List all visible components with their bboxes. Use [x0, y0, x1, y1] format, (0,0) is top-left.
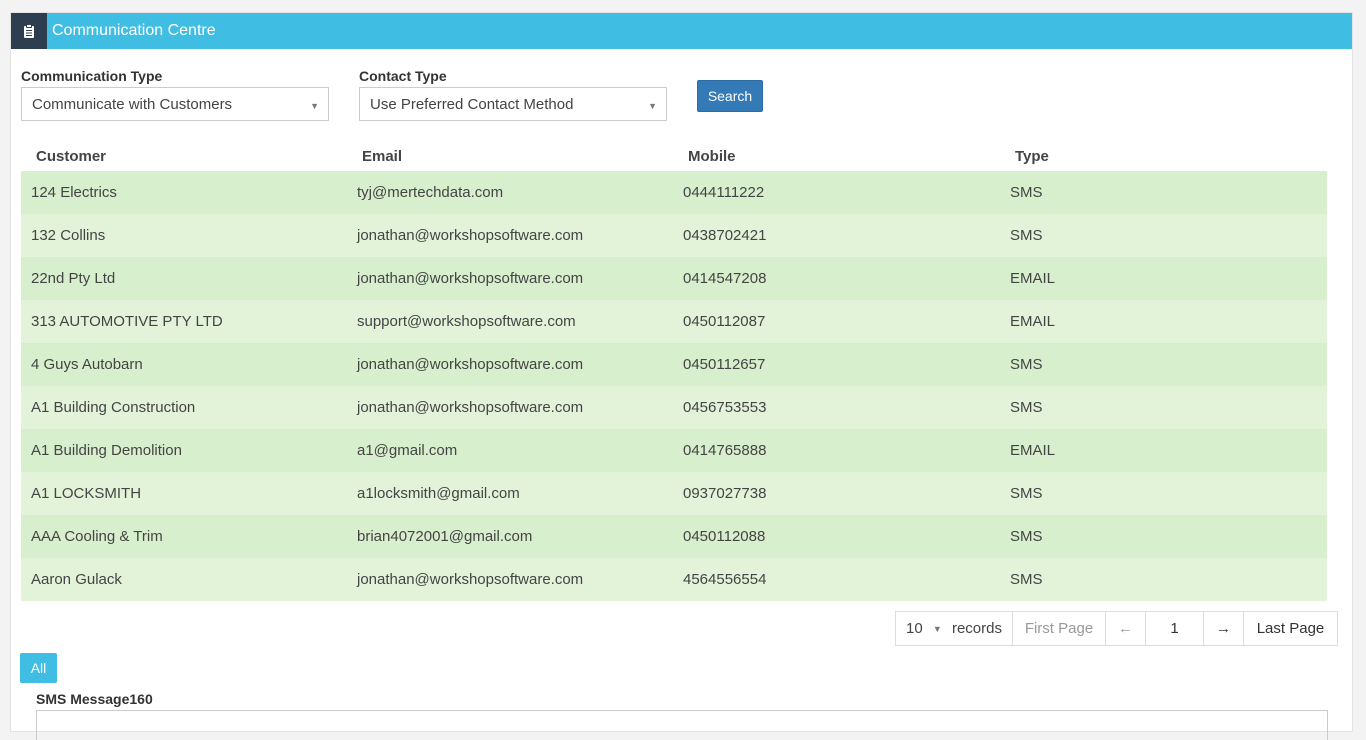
customer-cell: A1 Building Demolition — [31, 442, 182, 459]
mobile-cell: 4564556554 — [683, 571, 767, 588]
records-label: records — [951, 620, 1002, 637]
table-row[interactable]: 4 Guys Autobarn jonathan@workshopsoftware… — [21, 343, 1327, 386]
column-header-type[interactable]: Type — [1000, 141, 1327, 171]
column-header-customer[interactable]: Customer — [21, 141, 347, 171]
type-cell: EMAIL — [1010, 442, 1056, 459]
table-row[interactable]: AAA Cooling & Trim brian4072001@gmail.com… — [21, 515, 1327, 558]
email-cell: jonathan@workshopsoftware.com — [357, 399, 584, 416]
type-cell: SMS — [1010, 227, 1043, 244]
contact-type-label: Contact Type — [359, 68, 447, 84]
sms-message-textarea[interactable] — [36, 710, 1328, 740]
mobile-cell: 0456753553 — [683, 399, 767, 416]
email-cell: support@workshopsoftware.com — [357, 313, 576, 330]
email-cell: jonathan@workshopsoftware.com — [357, 356, 584, 373]
page-size-select[interactable]: 10 ▼ records — [896, 612, 1013, 645]
customer-table: Customer Email Mobile Type 124 Electrics… — [21, 141, 1327, 601]
table-row[interactable]: 313 AUTOMOTIVE PTY LTD support@workshopso… — [21, 300, 1327, 343]
email-cell: jonathan@workshopsoftware.com — [357, 571, 584, 588]
type-cell: SMS — [1010, 399, 1043, 416]
mobile-cell: 0438702421 — [683, 227, 767, 244]
communication-type-value: Communicate with Customers — [32, 95, 233, 113]
chevron-down-icon: ▼ — [932, 623, 942, 634]
next-page-button[interactable]: → — [1204, 612, 1244, 645]
type-cell: SMS — [1010, 184, 1043, 201]
communication-type-group: Communication Type Communicate with Cust… — [21, 68, 329, 121]
email-cell: jonathan@workshopsoftware.com — [357, 270, 584, 287]
communication-type-label: Communication Type — [21, 68, 163, 84]
contact-type-value: Use Preferred Contact Method — [370, 95, 574, 113]
customer-cell: A1 LOCKSMITH — [31, 485, 142, 502]
page-size-value: 10 — [906, 620, 923, 637]
table-row[interactable]: A1 Building Demolition a1@gmail.com 041476… — [21, 429, 1327, 472]
first-page-button[interactable]: First Page — [1013, 612, 1106, 645]
mobile-cell: 0937027738 — [683, 485, 767, 502]
email-cell: a1@gmail.com — [357, 442, 458, 459]
mobile-cell: 0414547208 — [683, 270, 767, 287]
type-cell: EMAIL — [1010, 313, 1056, 330]
chevron-down-icon: ▼ — [310, 101, 319, 111]
mobile-cell: 0414765888 — [683, 442, 767, 459]
mobile-cell: 0450112657 — [683, 356, 766, 373]
table-row[interactable]: Aaron Gulack jonathan@workshopsoftware.co… — [21, 558, 1327, 601]
table-body: 124 Electrics tyj@mertechdata.com 04441112… — [21, 171, 1327, 601]
communication-type-select[interactable]: Communicate with Customers ▼ — [21, 87, 329, 121]
chevron-down-icon: ▼ — [648, 101, 657, 111]
table-row[interactable]: A1 LOCKSMITH a1locksmith@gmail.com 0937027… — [21, 472, 1327, 515]
communication-centre-panel: Communication Centre Communication Type … — [10, 12, 1353, 740]
clipboard-icon — [11, 13, 47, 49]
email-cell: tyj@mertechdata.com — [357, 184, 504, 201]
table-row[interactable]: 22nd Pty Ltd jonathan@workshopsoftware.co… — [21, 257, 1327, 300]
email-cell: brian4072001@gmail.com — [357, 528, 533, 545]
contact-type-group: Contact Type Use Preferred Contact Metho… — [359, 68, 667, 121]
customer-cell: 22nd Pty Ltd — [31, 270, 116, 287]
table-header-row: Customer Email Mobile Type — [21, 141, 1327, 171]
current-page-number[interactable]: 1 — [1146, 612, 1204, 645]
table-row[interactable]: 132 Collins jonathan@workshopsoftware.com… — [21, 214, 1327, 257]
contact-type-select[interactable]: Use Preferred Contact Method ▼ — [359, 87, 667, 121]
customer-cell: Aaron Gulack — [31, 571, 122, 588]
last-page-button[interactable]: Last Page — [1244, 612, 1337, 645]
table-row[interactable]: 124 Electrics tyj@mertechdata.com 04441112… — [21, 171, 1327, 214]
mobile-cell: 0450112088 — [683, 528, 766, 545]
customer-cell: 124 Electrics — [31, 184, 117, 201]
column-header-mobile[interactable]: Mobile — [673, 141, 1000, 171]
all-button[interactable]: All — [20, 653, 57, 683]
mobile-cell: 0450112087 — [683, 313, 766, 330]
pagination: 10 ▼ records First Page ← 1 → Last Page — [895, 611, 1338, 646]
customer-cell: AAA Cooling & Trim — [31, 528, 163, 545]
email-cell: a1locksmith@gmail.com — [357, 485, 520, 502]
type-cell: SMS — [1010, 571, 1043, 588]
table-row[interactable]: A1 Building Construction jonathan@worksho… — [21, 386, 1327, 429]
page-title: Communication Centre — [52, 22, 216, 39]
customer-cell: 132 Collins — [31, 227, 106, 244]
type-cell: SMS — [1010, 356, 1043, 373]
mobile-cell: 0444111222 — [683, 184, 765, 201]
search-button[interactable]: Search — [697, 80, 763, 112]
email-cell: jonathan@workshopsoftware.com — [357, 227, 584, 244]
type-cell: SMS — [1010, 528, 1043, 545]
previous-page-button[interactable]: ← — [1106, 612, 1146, 645]
customer-cell: 4 Guys Autobarn — [31, 356, 143, 373]
sms-message-label: SMS Message160 — [36, 691, 153, 707]
panel-header: Communication Centre — [11, 13, 1352, 49]
type-cell: EMAIL — [1010, 270, 1056, 287]
customer-cell: A1 Building Construction — [31, 399, 196, 416]
column-header-email[interactable]: Email — [347, 141, 673, 171]
customer-cell: 313 AUTOMOTIVE PTY LTD — [31, 313, 223, 330]
type-cell: SMS — [1010, 485, 1043, 502]
